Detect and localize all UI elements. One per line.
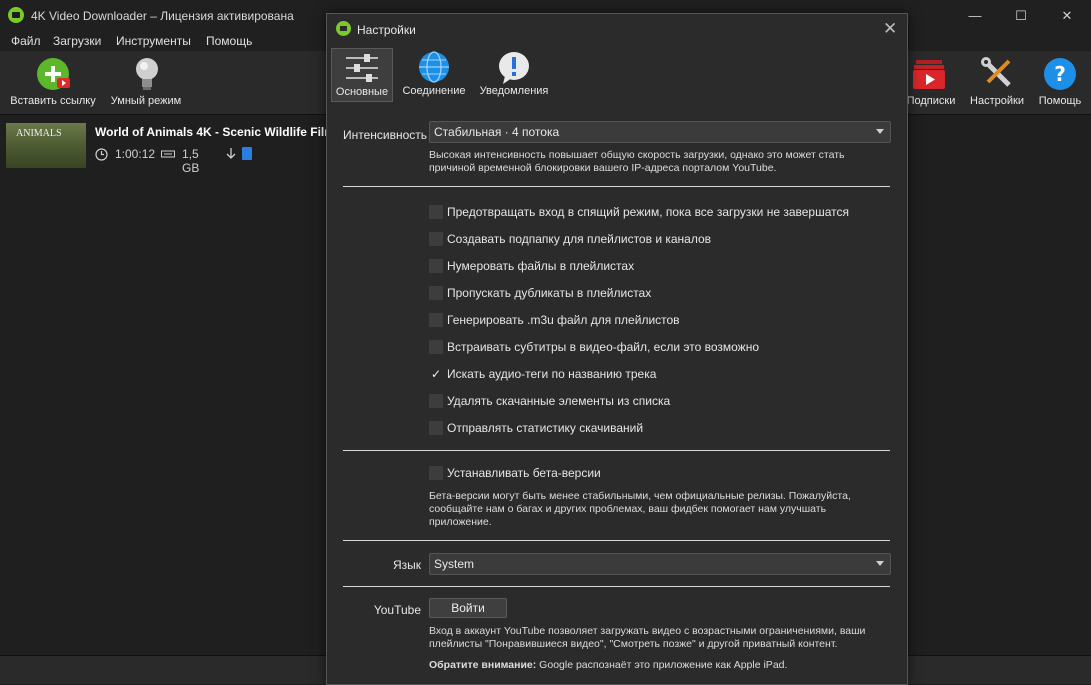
tab-general[interactable]: Основные [331, 48, 393, 102]
youtube-hint: Вход в аккаунт YouTube позволяет загружа… [429, 625, 866, 650]
notification-bubble-icon [499, 52, 529, 84]
close-icon[interactable]: ✕ [883, 19, 897, 39]
option-label: Нумеровать файлы в плейлистах [447, 259, 635, 273]
chevron-down-icon [876, 561, 884, 566]
subscriptions-label: Подписки [906, 95, 956, 107]
sliders-icon [346, 54, 378, 82]
paste-link-button[interactable]: Вставить ссылку [6, 51, 100, 113]
dialog-title: Настройки [357, 23, 416, 37]
language-value: System [434, 557, 475, 571]
minimize-button[interactable]: — [952, 0, 998, 31]
checkbox-checked[interactable]: ✓ [429, 367, 443, 381]
youtube-label: YouTube [373, 603, 421, 617]
window-title: 4K Video Downloader – Лицензия активиров… [31, 9, 294, 23]
divider [343, 450, 890, 451]
dialog-logo-icon [336, 21, 351, 36]
settings-button[interactable]: Настройки [966, 51, 1028, 113]
beta-checkbox[interactable] [429, 466, 443, 480]
maximize-button[interactable]: ☐ [998, 0, 1044, 31]
checkbox[interactable] [429, 340, 443, 354]
clock-icon [95, 148, 108, 161]
help-label: Помощь [1038, 95, 1082, 107]
subscriptions-button[interactable]: Подписки [905, 51, 957, 113]
video-thumbnail: ANIMALS [6, 123, 86, 168]
paste-link-label: Вставить ссылку [10, 95, 96, 107]
checkbox[interactable] [429, 286, 443, 300]
dialog-title-bar: Настройки ✕ [327, 14, 907, 44]
download-item[interactable]: ANIMALS World of Animals 4K - Scenic Wil… [0, 115, 335, 175]
option-label: Генерировать .m3u файл для плейлистов [447, 313, 680, 327]
checkbox[interactable] [429, 421, 443, 435]
option-label: Удалять скачанные элементы из списка [447, 394, 671, 408]
help-question-icon: ? [1044, 58, 1076, 90]
settings-label: Настройки [970, 95, 1024, 107]
option-label: Встраивать субтитры в видео-файл, если э… [447, 340, 760, 354]
download-title: World of Animals 4K - Scenic Wildlife Fi… [95, 125, 335, 139]
app-logo-icon [8, 7, 24, 23]
checkbox[interactable] [429, 259, 443, 273]
duration: 1:00:12 [115, 147, 156, 161]
option-label: Предотвращать вход в спящий режим, пока … [447, 205, 849, 219]
youtube-login-button[interactable]: Войти [429, 598, 507, 618]
file-size: 1,5 GB [182, 147, 200, 175]
menu-help[interactable]: Помощь [206, 34, 252, 48]
beta-checkbox-label: Устанавливать бета-версии [447, 466, 601, 480]
wrench-screwdriver-icon [981, 57, 1011, 87]
menu-file[interactable]: Файл [11, 34, 41, 48]
tab-general-label: Основные [335, 86, 389, 98]
checkbox[interactable] [429, 394, 443, 408]
divider [343, 586, 890, 587]
download-arrow-icon [226, 148, 236, 159]
help-button[interactable]: ? Помощь [1035, 51, 1085, 113]
svg-text:?: ? [1054, 62, 1066, 86]
tab-connection[interactable]: Соединение [397, 48, 471, 100]
option-label: Пропускать дубликаты в плейлистах [447, 286, 652, 300]
settings-general-panel: Интенсивность Стабильная · 4 потока Высо… [327, 104, 907, 684]
paste-link-icon [37, 58, 70, 90]
checkbox[interactable] [429, 313, 443, 327]
language-select[interactable]: System [429, 553, 891, 575]
intensity-label: Интенсивность [343, 128, 428, 142]
beta-hint: Бета-версии могут быть менее стабильными… [429, 490, 851, 528]
tab-notifications[interactable]: Уведомления [477, 48, 551, 100]
smart-mode-label: Умный режим [110, 95, 182, 107]
language-label: Язык [392, 558, 421, 572]
file-size-icon [161, 150, 175, 158]
tab-notifications-label: Уведомления [479, 85, 549, 97]
thumbnail-text: ANIMALS [16, 128, 62, 139]
intensity-value: Стабильная · 4 потока [434, 125, 560, 139]
subscriptions-icon [913, 60, 945, 89]
menu-tools[interactable]: Инструменты [116, 34, 191, 48]
intensity-select[interactable]: Стабильная · 4 потока [429, 121, 891, 143]
settings-dialog: Настройки ✕ Основные Соединение Уведомле… [326, 13, 908, 685]
close-window-button[interactable]: ✕ [1044, 0, 1090, 31]
tab-connection-label: Соединение [402, 85, 466, 97]
settings-tabs: Основные Соединение Уведомления [327, 45, 907, 103]
checkbox[interactable] [429, 232, 443, 246]
globe-icon [419, 51, 449, 83]
chevron-down-icon [876, 129, 884, 134]
divider [343, 540, 890, 541]
option-label: Создавать подпапку для плейлистов и кана… [447, 232, 712, 246]
option-label: Искать аудио-теги по названию трека [447, 367, 657, 381]
menu-downloads[interactable]: Загрузки [53, 34, 101, 48]
option-label: Отправлять статистику скачиваний [447, 421, 644, 435]
smart-mode-button[interactable]: Умный режим [108, 51, 184, 113]
note-text: Google распознаёт это приложение как App… [536, 659, 788, 671]
divider [343, 186, 890, 187]
checkbox[interactable] [429, 205, 443, 219]
format-badge [242, 147, 252, 160]
note-bold: Обратите внимание: [429, 659, 537, 671]
lightbulb-icon [136, 58, 158, 90]
intensity-hint: Высокая интенсивность повышает общую ско… [429, 149, 845, 174]
youtube-note: Обратите внимание: Google распознаёт это… [429, 659, 879, 672]
